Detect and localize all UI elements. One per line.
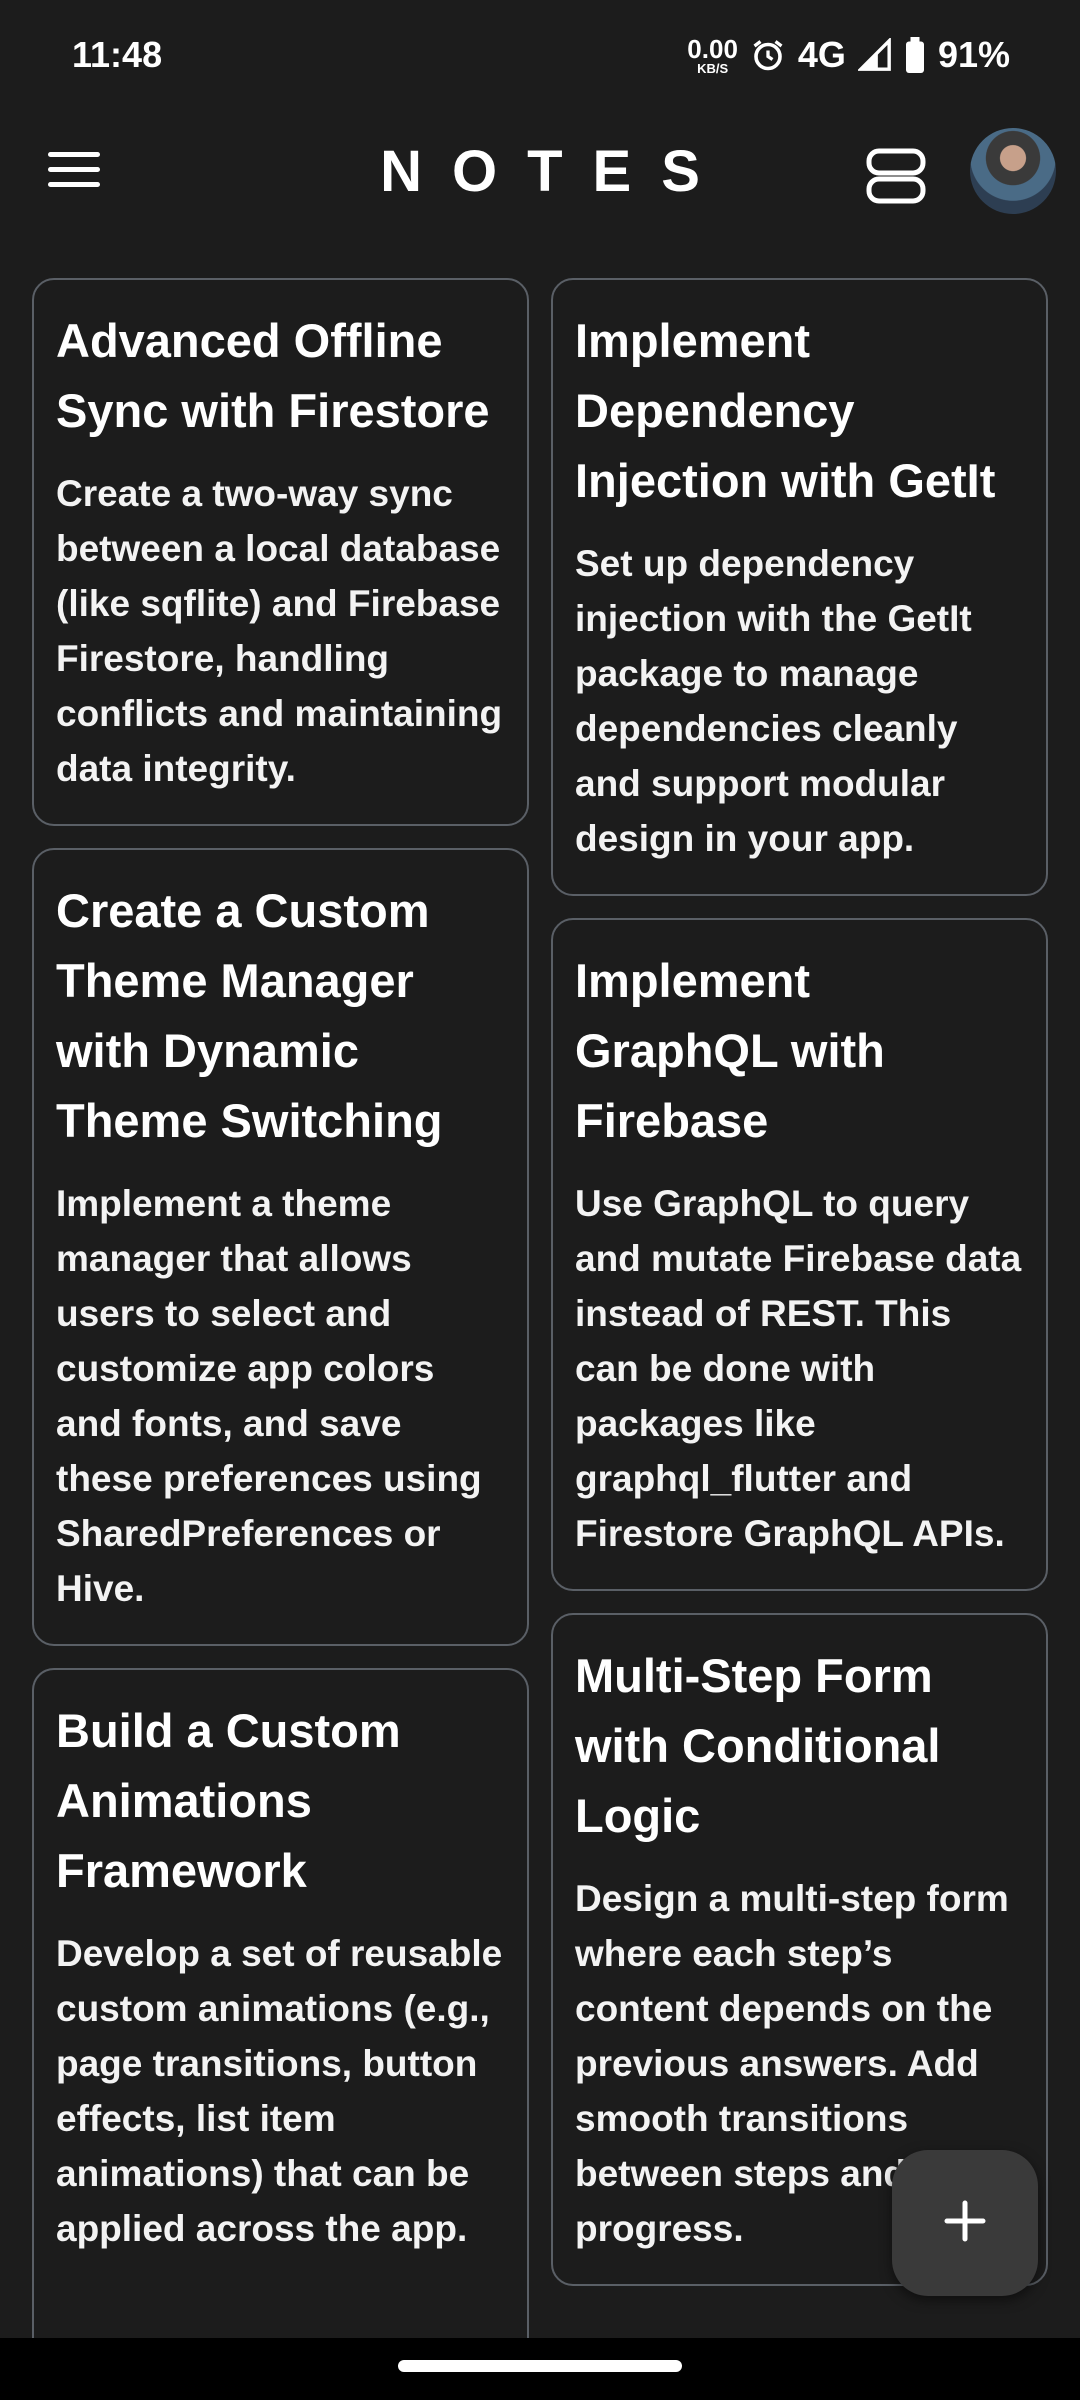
- status-time: 11:48: [72, 34, 163, 75]
- note-card[interactable]: Implement Dependency Injection with GetI…: [551, 278, 1048, 896]
- note-title: Implement GraphQL with Firebase: [575, 954, 885, 1147]
- note-title: Build a Custom Animations Framework: [56, 1704, 401, 1897]
- note-body: Create a two-way sync between a local da…: [56, 473, 503, 789]
- network-type: 4G: [797, 34, 846, 75]
- notes-column-right: Implement Dependency Injection with GetI…: [551, 278, 1048, 2344]
- app-bar: NOTES: [0, 110, 1080, 230]
- gesture-handle[interactable]: [398, 2360, 682, 2372]
- note-body: Use GraphQL to query and mutate Firebase…: [575, 1183, 1022, 1554]
- note-card[interactable]: Build a Custom Animations Framework Deve…: [32, 1668, 529, 2344]
- status-bar: 11:48 0.00 KB/S 4G 91%: [0, 0, 1080, 110]
- signal-icon: [857, 38, 892, 72]
- status-icons: 0.00 KB/S 4G 91%: [687, 34, 1010, 76]
- network-speed-indicator: 0.00 KB/S: [687, 36, 738, 75]
- alarm-icon: [750, 37, 786, 73]
- note-title: Multi-Step Form with Conditional Logic: [575, 1649, 941, 1842]
- note-body: Set up dependency injection with the Get…: [575, 543, 972, 859]
- notes-column-left: Advanced Offline Sync with Firestore Cre…: [32, 278, 529, 2344]
- notes-grid: Advanced Offline Sync with Firestore Cre…: [32, 278, 1048, 2344]
- view-agenda-icon[interactable]: [866, 148, 926, 204]
- note-title: Create a Custom Theme Manager with Dynam…: [56, 884, 443, 1147]
- avatar[interactable]: [970, 128, 1056, 214]
- note-body: Implement a theme manager that allows us…: [56, 1183, 482, 1609]
- note-card[interactable]: Advanced Offline Sync with Firestore Cre…: [32, 278, 529, 826]
- note-card[interactable]: Create a Custom Theme Manager with Dynam…: [32, 848, 529, 1646]
- note-title: Implement Dependency Injection with GetI…: [575, 314, 996, 507]
- system-navigation-bar: [0, 2338, 1080, 2400]
- battery-percentage: 91%: [937, 34, 1010, 75]
- add-icon: [943, 2199, 987, 2248]
- note-title: Advanced Offline Sync with Firestore: [56, 314, 490, 437]
- note-body: Develop a set of reusable custom animati…: [56, 1933, 503, 2249]
- battery-icon: [904, 37, 926, 73]
- network-speed-value: 0.00: [687, 33, 738, 64]
- network-speed-unit: KB/S: [697, 60, 729, 76]
- add-note-button[interactable]: [892, 2150, 1038, 2296]
- note-card[interactable]: Implement GraphQL with Firebase Use Grap…: [551, 918, 1048, 1591]
